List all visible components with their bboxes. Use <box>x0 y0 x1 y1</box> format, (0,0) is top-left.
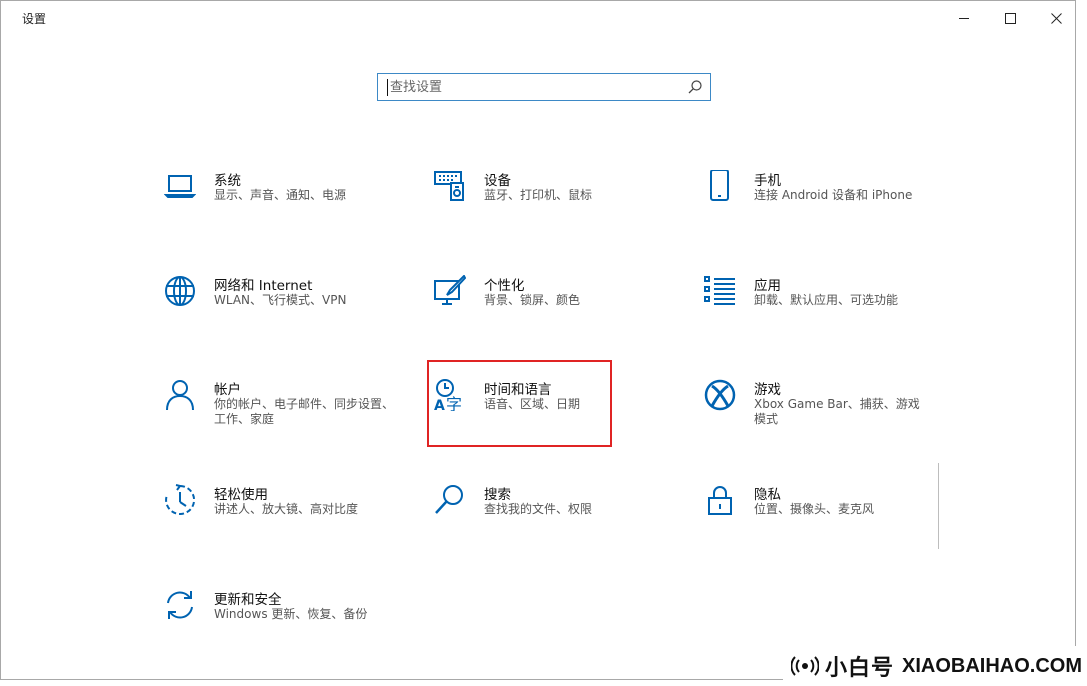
watermark-brand: 小白号 <box>825 656 895 681</box>
tile-desc: WLAN、飞行模式、VPN <box>214 293 347 307</box>
tile-name: 网络和 Internet <box>214 278 313 294</box>
search-input[interactable] <box>384 74 690 100</box>
tile-name: 更新和安全 <box>214 592 282 608</box>
tile-desc: 查找我的文件、权限 <box>484 502 593 516</box>
tile-name: 搜索 <box>484 487 511 503</box>
ease-of-access-icon <box>165 484 196 515</box>
minimize-button[interactable] <box>941 1 987 35</box>
tile-name: 应用 <box>754 278 781 294</box>
tile-ease-of-access[interactable]: 轻松使用 讲述人、放大镜、高对比度 <box>164 484 414 564</box>
svg-text:A: A <box>434 398 445 411</box>
tile-update-security[interactable]: 更新和安全 Windows 更新、恢复、备份 <box>164 589 414 669</box>
tile-accounts[interactable]: 帐户 你的帐户、电子邮件、同步设置、工作、家庭 <box>164 379 414 459</box>
svg-text:字: 字 <box>446 395 462 411</box>
phone-icon <box>710 170 729 201</box>
tile-privacy[interactable]: 隐私 位置、摄像头、麦克风 <box>704 484 954 564</box>
tile-name: 隐私 <box>754 487 781 503</box>
tile-desc: Xbox Game Bar、捕获、游戏模式 <box>754 397 920 426</box>
close-icon <box>1050 12 1062 24</box>
tile-phone[interactable]: 手机 连接 Android 设备和 iPhone <box>704 170 954 250</box>
tile-time-language[interactable]: A 字 时间和语言 语音、区域、日期 <box>434 379 684 459</box>
tile-system[interactable]: 系统 显示、声音、通知、电源 <box>164 170 414 250</box>
watermark-corner: 小白号 XIAOBAIHAO.COM <box>783 646 1087 686</box>
tile-name: 时间和语言 <box>484 382 552 398</box>
sync-icon <box>167 591 193 619</box>
tile-desc: 连接 Android 设备和 iPhone <box>754 188 913 202</box>
tile-name: 帐户 <box>214 382 241 398</box>
search-icon[interactable] <box>688 80 702 94</box>
divider <box>938 463 939 549</box>
maximize-icon <box>1004 12 1016 24</box>
tile-desc: 位置、摄像头、麦克风 <box>754 502 875 516</box>
tile-name: 设备 <box>484 173 511 189</box>
title-bar[interactable]: 设置 <box>1 1 1075 35</box>
minimize-icon <box>958 17 969 19</box>
tile-name: 系统 <box>214 173 241 189</box>
search-box[interactable] <box>377 73 711 101</box>
tile-name: 手机 <box>754 173 781 189</box>
tile-desc: 蓝牙、打印机、鼠标 <box>484 188 593 202</box>
tile-desc: 讲述人、放大镜、高对比度 <box>214 502 359 516</box>
tile-apps[interactable]: 应用 卸载、默认应用、可选功能 <box>704 275 954 355</box>
tile-personalization[interactable]: 个性化 背景、锁屏、颜色 <box>434 275 684 355</box>
settings-window: 设置 系统 显示、声音、通知、电源 <box>0 0 1076 680</box>
tile-name: 轻松使用 <box>214 487 268 503</box>
broadcast-icon <box>791 656 819 676</box>
tile-name: 游戏 <box>754 382 781 398</box>
globe-icon <box>165 276 195 306</box>
maximize-button[interactable] <box>987 1 1033 35</box>
tile-desc: 卸载、默认应用、可选功能 <box>754 293 899 307</box>
tile-desc: 显示、声音、通知、电源 <box>214 188 347 202</box>
xbox-icon <box>704 379 736 411</box>
tile-desc: 语音、区域、日期 <box>484 397 581 411</box>
apps-list-icon <box>704 276 735 305</box>
tile-devices[interactable]: 设备 蓝牙、打印机、鼠标 <box>434 170 684 250</box>
tile-network[interactable]: 网络和 Internet WLAN、飞行模式、VPN <box>164 275 414 355</box>
window-title: 设置 <box>22 12 47 26</box>
watermark-site: XIAOBAIHAO.COM <box>902 654 1083 677</box>
person-icon <box>166 380 194 411</box>
magnifier-icon <box>435 485 463 514</box>
tile-search[interactable]: 搜索 查找我的文件、权限 <box>434 484 684 564</box>
tile-gaming[interactable]: 游戏 Xbox Game Bar、捕获、游戏模式 <box>704 379 954 459</box>
close-button[interactable] <box>1033 1 1075 35</box>
tile-desc: Windows 更新、恢复、备份 <box>214 607 368 621</box>
time-language-icon: A 字 <box>434 379 462 411</box>
tile-desc: 背景、锁屏、颜色 <box>484 293 581 307</box>
lock-icon <box>708 486 732 515</box>
tile-name: 个性化 <box>484 278 525 294</box>
paint-icon <box>434 275 466 305</box>
devices-icon <box>434 171 464 201</box>
tile-desc: 你的帐户、电子邮件、同步设置、工作、家庭 <box>214 397 395 426</box>
laptop-icon <box>164 175 196 198</box>
